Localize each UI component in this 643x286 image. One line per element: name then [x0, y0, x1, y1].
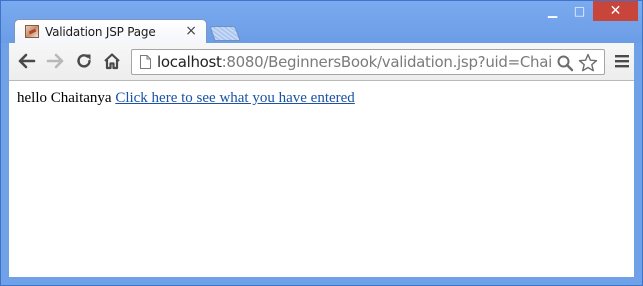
tab-title: Validation JSP Page: [45, 25, 156, 39]
page-content: hello Chaitanya Click here to see what y…: [9, 81, 634, 277]
home-button[interactable]: [102, 51, 122, 71]
back-button[interactable]: [17, 51, 37, 71]
jsp-page-favicon-icon: [25, 25, 39, 38]
minimize-button[interactable]: ▁: [539, 1, 566, 21]
maximize-button[interactable]: □: [566, 1, 593, 21]
reload-icon: [77, 54, 91, 68]
greeting-text: hello Chaitanya: [17, 90, 112, 106]
see-entered-link[interactable]: Click here to see what you have entered: [115, 90, 355, 106]
window-controls: ▁ □ ✕: [539, 1, 638, 21]
home-icon: [104, 53, 120, 70]
forward-button[interactable]: [45, 51, 65, 71]
title-bar: Validation JSP Page × ▁ □ ✕: [1, 1, 642, 44]
url-text: localhost:8080/BeginnersBook/validation.…: [157, 53, 552, 71]
new-tab-button[interactable]: [209, 26, 241, 41]
close-window-button[interactable]: ✕: [593, 1, 638, 21]
star-icon[interactable]: [578, 53, 598, 73]
back-arrow-icon: [18, 53, 36, 69]
address-bar[interactable]: localhost:8080/BeginnersBook/validation.…: [131, 49, 605, 75]
browser-toolbar: localhost:8080/BeginnersBook/validation.…: [9, 43, 634, 81]
page-icon: [140, 55, 151, 69]
forward-arrow-icon: [46, 53, 64, 69]
url-path: :8080/BeginnersBook/validation.jsp?uid=C…: [221, 53, 552, 71]
reload-button[interactable]: [74, 51, 94, 71]
browser-window: Validation JSP Page × ▁ □ ✕ localhost:80…: [0, 0, 643, 286]
tab-close-icon[interactable]: ×: [185, 23, 197, 39]
search-icon[interactable]: [556, 54, 574, 72]
tab-validation-jsp-page[interactable]: Validation JSP Page ×: [14, 19, 207, 44]
url-host: localhost: [157, 53, 222, 71]
hamburger-menu-icon[interactable]: [614, 53, 630, 69]
